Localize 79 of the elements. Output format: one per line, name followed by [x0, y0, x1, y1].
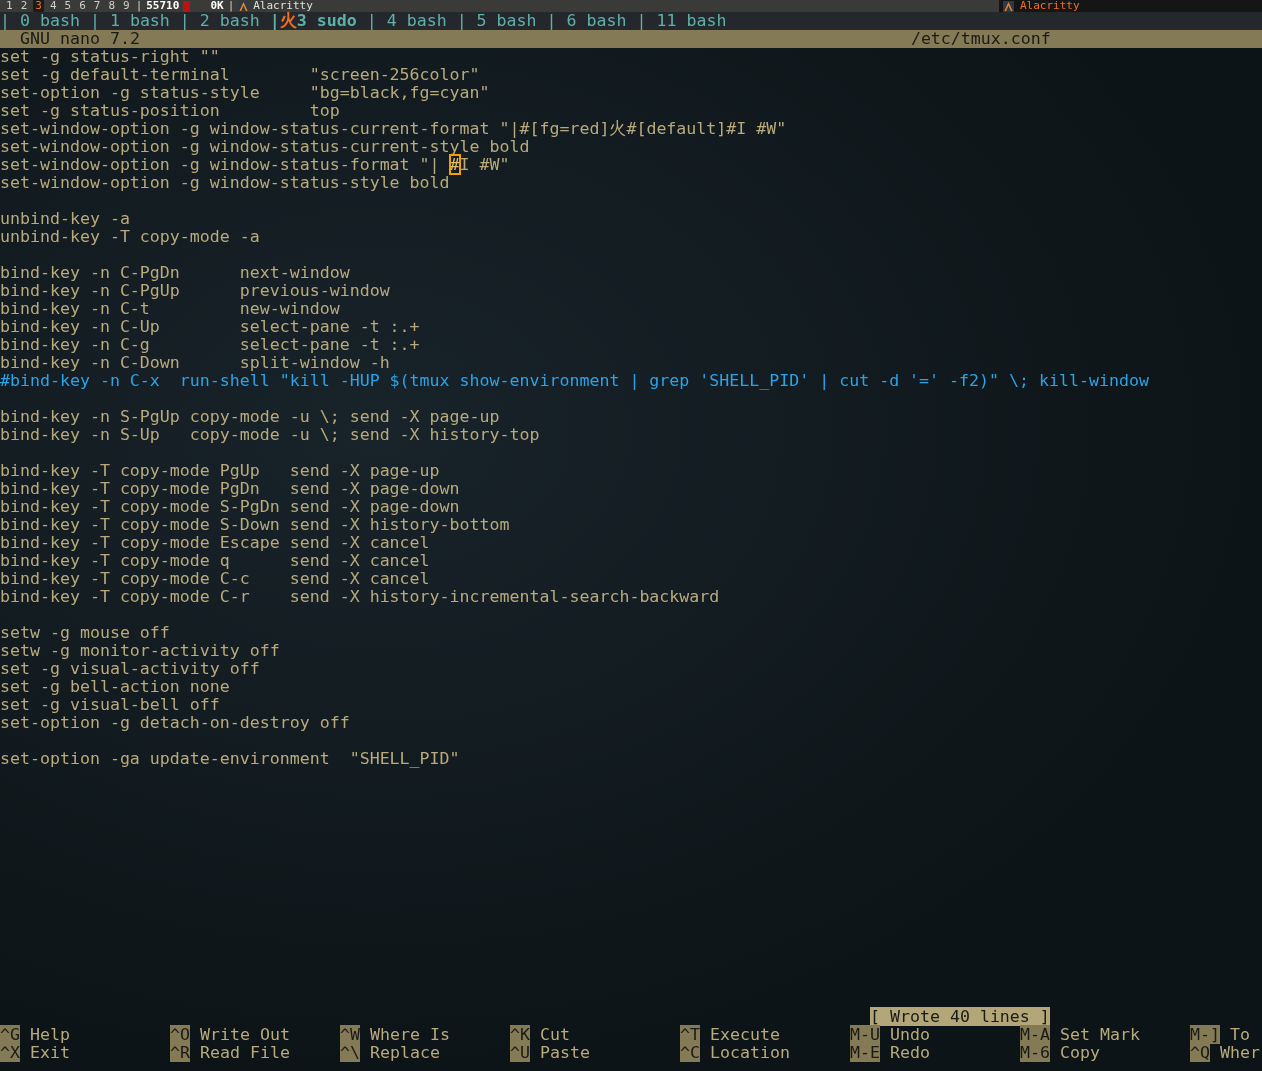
code-line: set-window-option -g window-status-current-style bold — [0, 138, 530, 156]
code-line: bind-key -T copy-mode Escape send -X cancel — [0, 534, 431, 552]
workspace-number[interactable]: 9 — [121, 0, 132, 12]
workspace-number[interactable]: 7 — [91, 0, 103, 12]
code-line: set -g bell-action none — [0, 678, 231, 696]
shortcut-hint[interactable]: M-U Undo — [850, 1026, 1020, 1044]
window-title: Alacritty — [1020, 0, 1080, 12]
status-message: [ Wrote 40 lines ] — [870, 1007, 1050, 1026]
code-line: set-option -g status-style "bg=black,fg=cyan" — [0, 84, 491, 102]
terminal-app-icon — [1003, 0, 1014, 12]
workspace-number[interactable]: 8 — [106, 0, 117, 12]
shortcut-hint[interactable]: ^\ Replace — [340, 1044, 510, 1062]
code-line: bind-key -n C-g select-pane -t :.+ — [0, 336, 421, 354]
code-line: set-window-option -g window-status-current-format "|#[fg=red]火#[default]#I #W" — [0, 120, 788, 138]
shortcut-hint[interactable]: ^O Write Out — [170, 1026, 340, 1044]
code-line: bind-key -T copy-mode S-PgDn send -X page-down — [0, 498, 461, 516]
shortcut-hint[interactable]: ^K Cut — [510, 1026, 680, 1044]
tmux-window-tab[interactable]: | 5 bash — [456, 12, 537, 30]
window-title: Alacritty — [253, 0, 313, 12]
tmux-window-tab[interactable]: | 11 bash — [636, 12, 727, 30]
workspace-number[interactable]: 4 — [47, 0, 59, 12]
shortcut-hint[interactable]: ^R Read File — [170, 1044, 340, 1062]
separator: | — [135, 0, 143, 12]
separator: | — [227, 0, 235, 12]
code-line: bind-key -T copy-mode C-r send -X history-incremental-search-backward — [0, 588, 721, 606]
code-line: bind-key -n C-Down split-window -h — [0, 354, 391, 372]
code-line: bind-key -n C-Up select-pane -t :.+ — [0, 318, 421, 336]
file-name: /etc/tmux.conf — [910, 30, 1051, 48]
tmux-window-tab[interactable]: | 1 bash — [89, 12, 170, 30]
workspace-number[interactable]: 2 — [18, 0, 30, 12]
code-line: bind-key -T copy-mode PgUp send -X page-up — [0, 462, 441, 480]
tmux-window-tab[interactable]: | 6 bash — [546, 12, 627, 30]
comment-line: #bind-key -n C-x run-shell "kill -HUP $(tmux show-environment | grep 'SHELL_PID' | cut -d '=' -f2)" \; kill-window — [0, 372, 1150, 390]
shortcut-hint[interactable]: ^T Execute — [680, 1026, 850, 1044]
editor-version: GNU nano 7.2 — [20, 30, 140, 48]
code-line: bind-key -n S-Up copy-mode -u \; send -X history-top — [0, 426, 541, 444]
workspace-number[interactable]: 1 — [4, 0, 15, 12]
code-line: bind-key -T copy-mode PgDn send -X page-down — [0, 480, 461, 498]
code-line: bind-key -T copy-mode q send -X cancel — [0, 552, 431, 570]
code-line: setw -g mouse off — [0, 624, 171, 642]
code-line: setw -g monitor-activity off — [0, 642, 281, 660]
shortcut-hint[interactable]: ^U Paste — [510, 1044, 680, 1062]
tmux-window-tab[interactable]: | 4 bash — [366, 12, 447, 30]
terminal-app-icon — [238, 0, 250, 12]
code-line: bind-key -T copy-mode C-c send -X cancel — [0, 570, 431, 588]
code-line: set -g visual-activity off — [0, 660, 261, 678]
workspace-number[interactable]: 6 — [77, 0, 88, 12]
code-line: set-option -g detach-on-destroy off — [0, 714, 351, 732]
shortcut-hint[interactable]: ^Q Wher — [1190, 1044, 1262, 1062]
shortcut-hint[interactable]: ^X Exit — [0, 1044, 170, 1062]
shortcut-hint[interactable]: ^G Help — [0, 1026, 170, 1044]
code-line: bind-key -n S-PgUp copy-mode -u \; send -X page-up — [0, 408, 501, 426]
code-line: unbind-key -a — [0, 210, 131, 228]
rate-text: 0K — [210, 0, 224, 12]
code-line: bind-key -n C-PgUp previous-window — [0, 282, 391, 300]
code-line: bind-key -T copy-mode S-Down send -X history-bottom — [0, 516, 511, 534]
shortcut-hint[interactable]: ^W Where Is — [340, 1026, 510, 1044]
shortcut-hint[interactable]: M-E Redo — [850, 1044, 1020, 1062]
workspace-number[interactable]: 5 — [62, 0, 74, 12]
shortcut-hint[interactable]: M-A Set Mark — [1020, 1026, 1190, 1044]
tmux-window-tab[interactable]: | 2 bash — [179, 12, 260, 30]
tmux-window-tab[interactable]: | 0 bash — [0, 12, 80, 30]
shortcut-hint[interactable]: ^C Location — [680, 1044, 850, 1062]
code-line: set-option -ga update-environment "SHELL_PID" — [0, 750, 461, 768]
workspace-number[interactable]: 3 — [33, 0, 44, 12]
code-line: set-window-option -g window-status-format "| #I #W" — [0, 156, 511, 174]
code-line: set -g visual-bell off — [0, 696, 221, 714]
tmux-window-tab[interactable]: |火3 sudo — [269, 12, 357, 30]
shortcut-hint[interactable]: M-6 Copy — [1020, 1044, 1190, 1062]
code-line: set -g status-position top — [0, 102, 341, 120]
code-line: set-window-option -g window-status-style bold — [0, 174, 451, 192]
shortcut-hint[interactable]: M-] To — [1190, 1026, 1262, 1044]
code-line: set -g default-terminal "screen-256color" — [0, 66, 481, 84]
code-line: set -g status-right "" — [0, 48, 221, 66]
active-window-tab[interactable]: Alacritty — [999, 0, 1262, 12]
code-line: bind-key -n C-t new-window — [0, 300, 341, 318]
code-line: bind-key -n C-PgDn next-window — [0, 264, 351, 282]
counter-text: 55710 — [146, 0, 180, 12]
code-line: unbind-key -T copy-mode -a — [0, 228, 261, 246]
